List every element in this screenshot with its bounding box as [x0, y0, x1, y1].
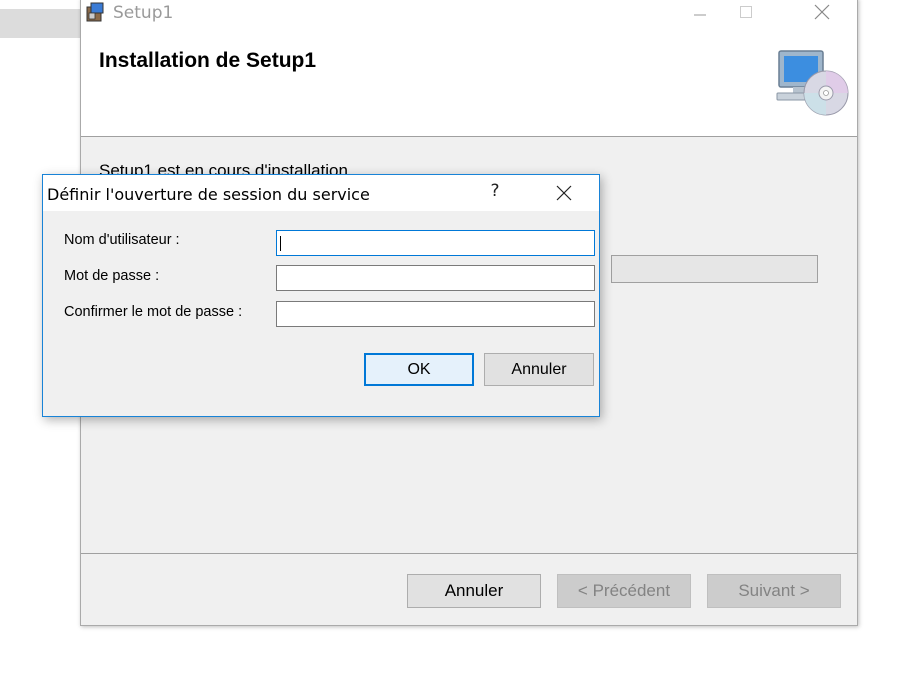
maximize-button[interactable] — [723, 0, 769, 25]
minimize-icon — [694, 14, 706, 16]
setup-app-icon — [86, 2, 104, 22]
window-title: Setup1 — [113, 3, 174, 23]
password-label: Mot de passe : — [64, 268, 160, 284]
username-field[interactable] — [276, 230, 595, 256]
close-icon — [556, 185, 572, 201]
computer-cd-icon — [776, 50, 849, 116]
password-field[interactable] — [276, 265, 595, 291]
help-button[interactable]: ? — [483, 181, 507, 203]
confirm-password-field[interactable] — [276, 301, 595, 327]
dialog-titlebar[interactable]: Définir l'ouverture de session du servic… — [43, 175, 599, 211]
cancel-button[interactable]: Annuler — [407, 574, 541, 608]
footer-divider — [81, 553, 857, 554]
close-icon — [814, 4, 830, 20]
previous-button[interactable]: < Précédent — [557, 574, 691, 608]
window-titlebar[interactable]: Setup1 — [81, 0, 857, 29]
close-button[interactable] — [799, 0, 845, 25]
text-caret — [280, 236, 281, 251]
ok-button[interactable]: OK — [364, 353, 474, 386]
confirm-password-label: Confirmer le mot de passe : — [64, 304, 243, 320]
minimize-button[interactable] — [677, 0, 723, 25]
installer-header: Installation de Setup1 — [81, 29, 857, 137]
maximize-icon — [740, 6, 752, 18]
username-label: Nom d'utilisateur : — [64, 232, 180, 248]
dialog-title: Définir l'ouverture de session du servic… — [47, 185, 370, 204]
dialog-cancel-button[interactable]: Annuler — [484, 353, 594, 386]
dialog-close-button[interactable] — [547, 181, 581, 205]
progress-bar — [611, 255, 818, 283]
header-title: Installation de Setup1 — [99, 49, 317, 72]
service-logon-dialog: Définir l'ouverture de session du servic… — [42, 174, 600, 417]
background-window-strip — [0, 9, 82, 38]
next-button[interactable]: Suivant > — [707, 574, 841, 608]
